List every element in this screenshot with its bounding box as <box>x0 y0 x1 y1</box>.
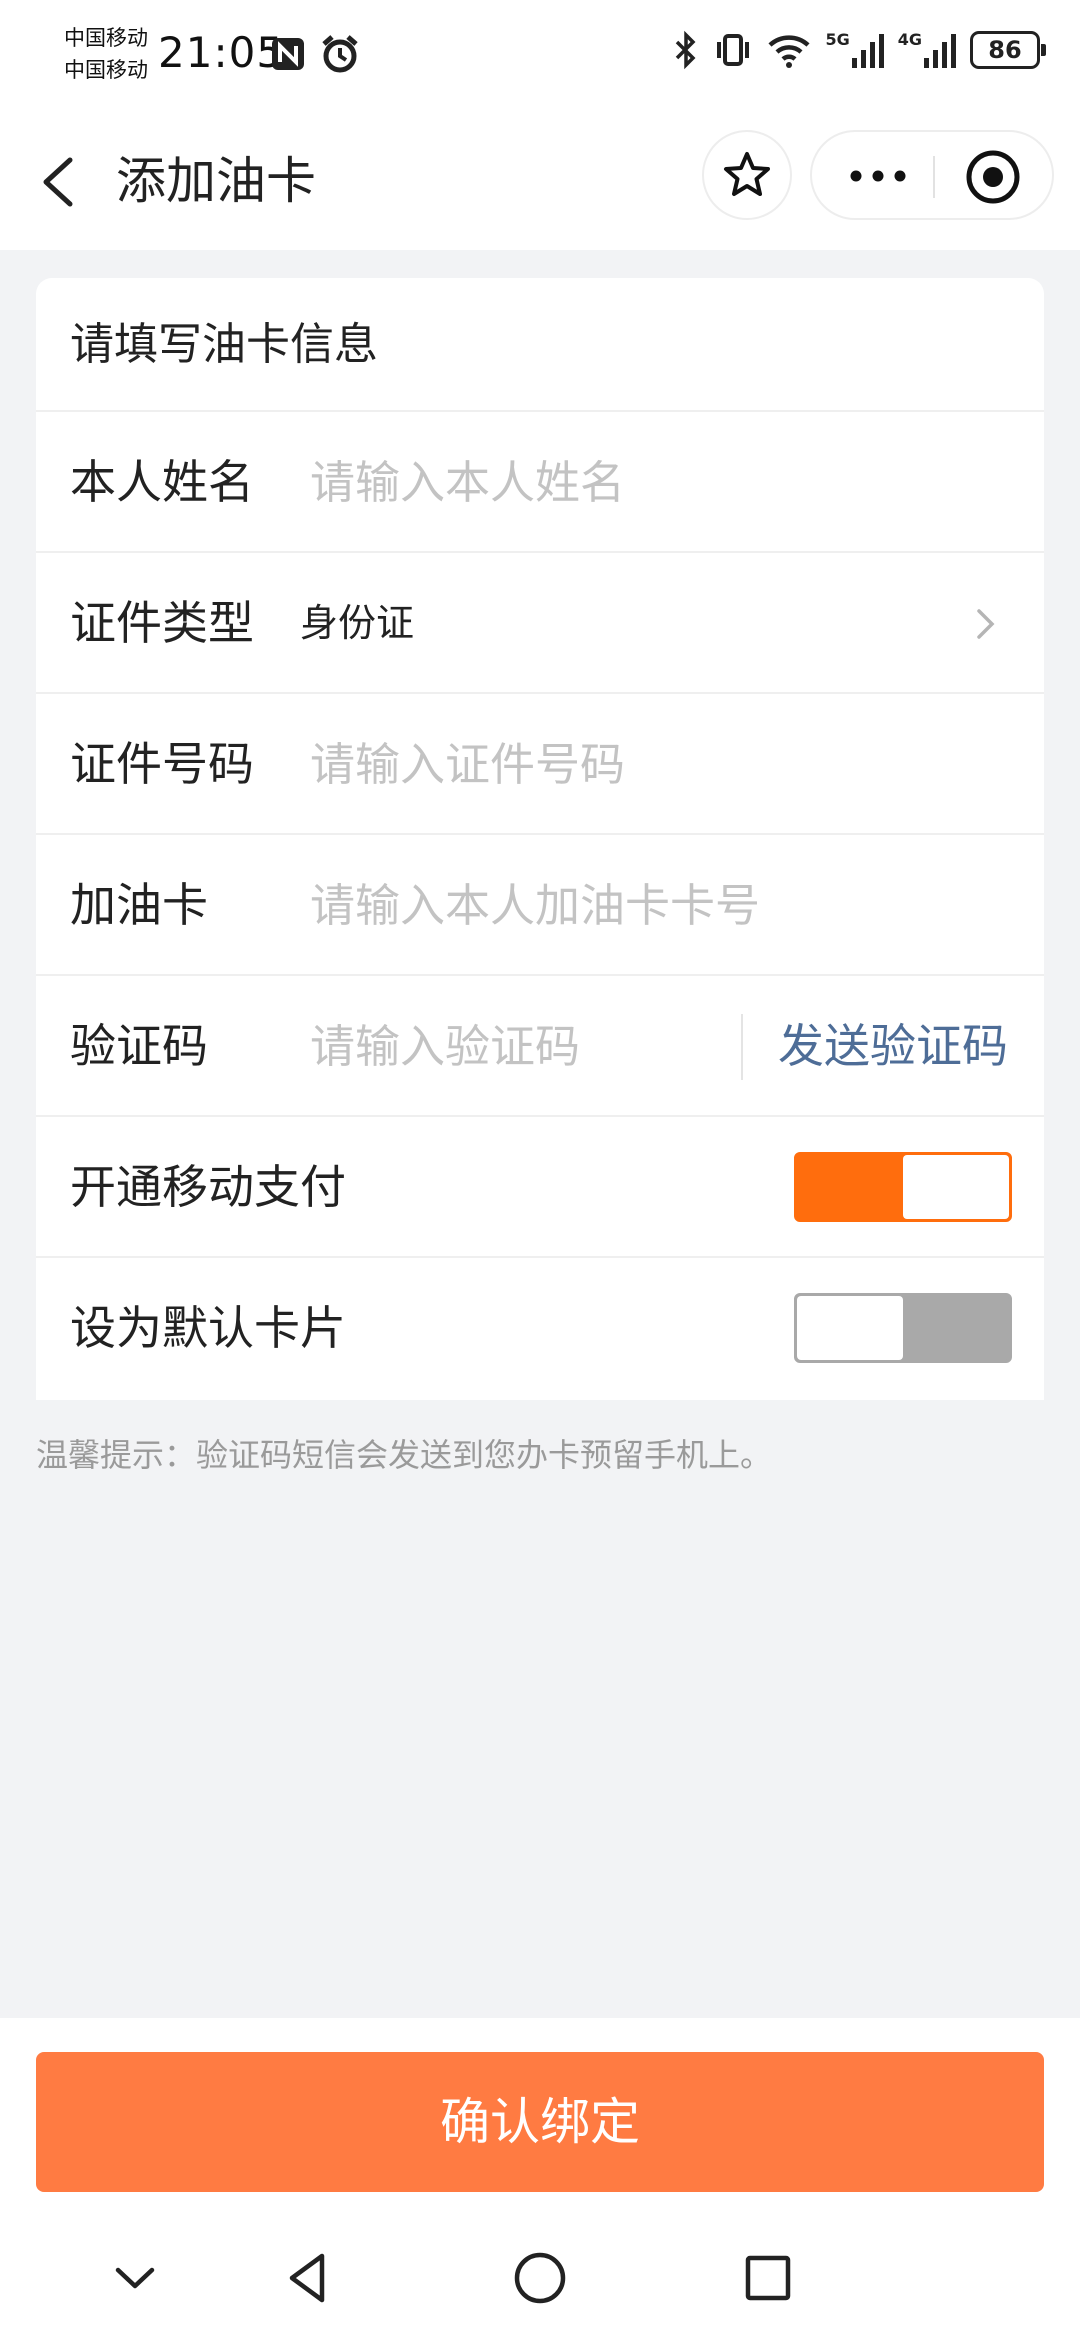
close-target-icon <box>966 150 1020 204</box>
signal-bars-icon <box>851 34 884 68</box>
recents-nav-button[interactable] <box>728 2238 808 2318</box>
bottom-area: 确认绑定 <box>0 2018 1080 2340</box>
more-icon <box>850 170 906 182</box>
bluetooth-icon <box>676 30 696 70</box>
nav-bar: 添加油卡 <box>0 108 1080 250</box>
wifi-icon <box>768 35 810 68</box>
system-nav-bar <box>0 2238 1080 2338</box>
back-triangle-icon <box>289 2253 325 2303</box>
default-card-row: 设为默认卡片 <box>36 1258 1044 1399</box>
verification-code-row: 验证码 发送验证码 <box>36 976 1044 1117</box>
mobile-pay-row: 开通移动支付 <box>36 1117 1044 1258</box>
toggle-knob <box>797 1296 903 1360</box>
verification-code-label: 验证码 <box>70 1019 208 1073</box>
home-circle-icon <box>514 2252 566 2304</box>
star-icon <box>724 152 770 196</box>
carrier-2: 中国移动 <box>64 58 148 82</box>
signal-bars-icon <box>924 34 956 68</box>
close-mini-program-button[interactable] <box>964 148 1022 206</box>
name-row: 本人姓名 <box>36 412 1044 553</box>
chevron-right-icon <box>977 609 995 639</box>
back-button[interactable] <box>30 146 90 216</box>
mobile-pay-toggle[interactable] <box>794 1152 1012 1222</box>
form-header: 请填写油卡信息 <box>36 278 1044 412</box>
status-bar: 中国移动 中国移动 21:05 5G 4G 86 <box>0 0 1080 108</box>
mini-program-capsule <box>810 130 1054 220</box>
back-icon <box>43 157 73 207</box>
carrier-1: 中国移动 <box>64 26 148 50</box>
clock: 21:05 <box>158 28 285 77</box>
page-title: 添加油卡 <box>116 152 316 210</box>
capsule-divider <box>933 156 935 198</box>
hint-text: 温馨提示：验证码短信会发送到您办卡预留手机上。 <box>36 1436 773 1474</box>
id-type-label: 证件类型 <box>70 596 254 650</box>
battery-indicator: 86 <box>970 31 1046 69</box>
hide-nav-button[interactable] <box>95 2238 175 2318</box>
oil-card-form: 请填写油卡信息 本人姓名 证件类型 身份证 证件号码 加油卡 验证码 发送验证码… <box>36 278 1044 1400</box>
alarm-icon <box>322 35 358 73</box>
oil-card-row: 加油卡 <box>36 835 1044 976</box>
status-left-icons <box>270 34 360 74</box>
toggle-knob <box>903 1155 1009 1219</box>
code-divider <box>741 1014 743 1080</box>
name-label: 本人姓名 <box>70 455 254 509</box>
default-card-label: 设为默认卡片 <box>70 1301 346 1355</box>
name-input[interactable] <box>310 412 910 553</box>
id-number-row: 证件号码 <box>36 694 1044 835</box>
confirm-bind-button[interactable]: 确认绑定 <box>36 2052 1044 2192</box>
vibrate-icon <box>717 34 750 66</box>
carrier-labels: 中国移动 中国移动 <box>64 22 148 86</box>
mobile-pay-label: 开通移动支付 <box>70 1160 346 1214</box>
id-type-value[interactable]: 身份证 <box>300 553 414 694</box>
signal-5g: 5G <box>825 30 884 68</box>
signal-4g: 4G <box>898 32 956 68</box>
verification-code-input[interactable] <box>310 976 710 1117</box>
nfc-icon <box>272 38 304 70</box>
favorite-button[interactable] <box>702 130 792 220</box>
send-code-button[interactable]: 发送验证码 <box>778 976 1008 1117</box>
id-number-label: 证件号码 <box>70 737 254 791</box>
recents-square-icon <box>745 2255 791 2301</box>
back-nav-button[interactable] <box>268 2238 348 2318</box>
id-type-row[interactable]: 证件类型 身份证 <box>36 553 1044 694</box>
id-number-input[interactable] <box>310 694 910 835</box>
oil-card-label: 加油卡 <box>70 878 208 932</box>
network-label-4g: 4G <box>897 30 922 49</box>
default-card-toggle[interactable] <box>794 1293 1012 1363</box>
status-right-icons: 5G 4G 86 <box>673 30 1046 70</box>
chevron-down-icon <box>115 2267 155 2289</box>
more-button[interactable] <box>838 154 918 198</box>
network-label-5g: 5G <box>825 30 850 49</box>
oil-card-input[interactable] <box>310 835 910 976</box>
home-nav-button[interactable] <box>500 2238 580 2318</box>
